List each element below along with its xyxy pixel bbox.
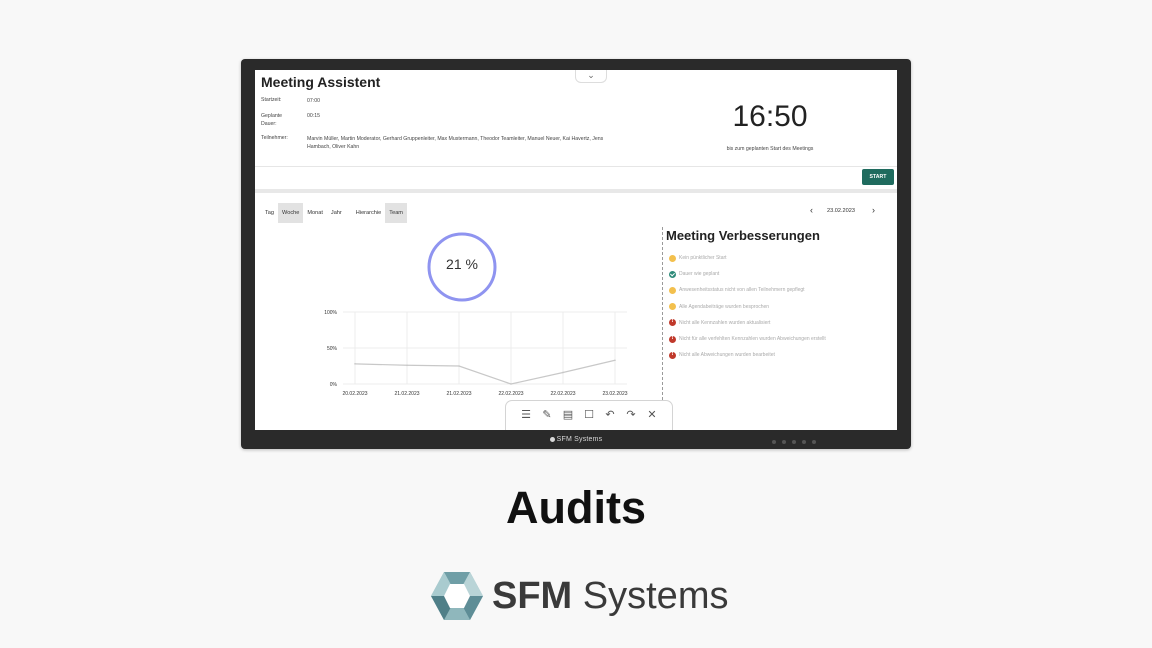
bezel-brand-text: SFM Systems bbox=[556, 436, 603, 443]
improvements-title: Meeting Verbesserungen bbox=[666, 228, 820, 243]
planned-duration-label: Geplante Dauer: bbox=[261, 113, 283, 127]
x-tick-label: 23.02.2023 bbox=[602, 391, 627, 397]
participants-value: Marvin Müller, Martin Moderator, Gerhard… bbox=[307, 136, 604, 150]
x-tick-label: 22.02.2023 bbox=[550, 391, 575, 397]
page-title: Meeting Assistent bbox=[261, 74, 381, 90]
start-button[interactable]: START bbox=[862, 169, 894, 185]
planned-duration-value: 00:15 bbox=[307, 113, 320, 119]
x-tick-label: 20.02.2023 bbox=[342, 391, 367, 397]
improvements-list: Kein pünktlicher Start Dauer wie geplant… bbox=[669, 250, 826, 363]
x-tick-label: 22.02.2023 bbox=[498, 391, 523, 397]
logo-wordmark: SFM Systems bbox=[492, 575, 728, 618]
sfm-hexagon-icon bbox=[431, 572, 483, 620]
logo-word-bold: SFM bbox=[492, 574, 573, 617]
meeting-header-panel: Meeting Assistent Startzeit: 07:00 Gepla… bbox=[255, 70, 897, 185]
data-point bbox=[458, 365, 460, 367]
bezel-button[interactable] bbox=[772, 440, 776, 444]
y-tick-label: 100% bbox=[324, 310, 337, 316]
annotation-toolbar: ☰ ✎ ▤ ☐ ↶ ↷ ✕ bbox=[505, 400, 673, 430]
improvement-label: Nicht alle Abweichungen wurden bearbeite… bbox=[679, 352, 775, 359]
tab-monat[interactable]: Monat bbox=[303, 203, 327, 223]
data-point bbox=[354, 363, 356, 365]
select-box-icon[interactable]: ☐ bbox=[582, 409, 596, 423]
participants-label: Teilnehmer: bbox=[261, 135, 288, 141]
y-tick-label: 50% bbox=[327, 346, 338, 352]
menu-icon[interactable]: ☰ bbox=[519, 409, 533, 423]
tab-tag[interactable]: Tag bbox=[261, 203, 278, 223]
list-item: Nicht alle Abweichungen wurden bearbeite… bbox=[669, 347, 826, 363]
improvement-label: Nicht alle Kennzahlen wurden aktualisier… bbox=[679, 319, 771, 326]
start-time-label: Startzeit: bbox=[261, 97, 282, 103]
list-item: Alle Agendabeiträge wurden besprochen bbox=[669, 299, 826, 315]
improvement-label: Alle Agendabeiträge wurden besprochen bbox=[679, 303, 770, 310]
company-logo: SFM Systems bbox=[430, 570, 728, 622]
list-item: Nicht alle Kennzahlen wurden aktualisier… bbox=[669, 315, 826, 331]
current-date: 23.02.2023 bbox=[827, 208, 855, 214]
series-line bbox=[354, 359, 616, 385]
meeting-score-chart: 100% 50% 0% 20.02.2023 21.02.2023 21.02.2023 2… bbox=[324, 310, 628, 397]
score-percentage: 21 % bbox=[446, 256, 478, 272]
chevron-right-icon[interactable]: › bbox=[872, 205, 875, 215]
check-icon bbox=[669, 270, 676, 278]
countdown-timer: 16:50 bbox=[732, 100, 808, 133]
error-icon bbox=[669, 318, 676, 327]
countdown-caption: bis zum geplanten Start des Meetings bbox=[726, 146, 814, 152]
data-point bbox=[510, 383, 512, 385]
bezel-button[interactable] bbox=[782, 440, 786, 444]
improvement-label: Dauer wie geplant bbox=[679, 271, 720, 278]
date-navigator: ‹ 23.02.2023 › bbox=[810, 205, 890, 218]
warning-icon bbox=[669, 254, 676, 262]
list-item: Nicht für alle verfehlten Kennzahlen wur… bbox=[669, 331, 826, 347]
data-point bbox=[614, 359, 616, 362]
panel-splitter[interactable] bbox=[255, 189, 897, 193]
improvement-label: Anwesenheitsstatus nicht von allen Teiln… bbox=[679, 287, 805, 294]
slide-caption: Audits bbox=[506, 482, 646, 533]
header-divider bbox=[255, 166, 897, 167]
start-time-value: 07:00 bbox=[307, 98, 320, 104]
note-icon[interactable]: ✎ bbox=[540, 409, 554, 423]
app-screen: ⌄ Meeting Assistent Startzeit: 07:00 Gep… bbox=[255, 70, 897, 430]
error-icon bbox=[669, 351, 676, 359]
tab-hierarchie[interactable]: Hierarchie bbox=[352, 203, 386, 223]
tab-woche[interactable]: Woche bbox=[278, 203, 304, 223]
y-tick-label: 0% bbox=[330, 382, 338, 388]
list-item: Kein pünktlicher Start bbox=[669, 250, 826, 266]
close-icon[interactable]: ✕ bbox=[645, 409, 659, 423]
logo-word-regular: Systems bbox=[572, 574, 729, 617]
list-item: Dauer wie geplant bbox=[669, 266, 826, 282]
chevron-left-icon[interactable]: ‹ bbox=[810, 205, 813, 215]
warning-icon bbox=[669, 303, 676, 311]
undo-icon[interactable]: ↶ bbox=[603, 409, 617, 423]
error-icon bbox=[669, 335, 676, 343]
tab-team[interactable]: Team bbox=[385, 203, 407, 223]
brand-dot-icon bbox=[549, 436, 555, 442]
data-point bbox=[562, 371, 564, 374]
redo-icon[interactable]: ↷ bbox=[624, 409, 638, 423]
x-tick-label: 21.02.2023 bbox=[446, 391, 471, 397]
x-tick-label: 21.02.2023 bbox=[394, 391, 419, 397]
display-monitor: ⌄ Meeting Assistent Startzeit: 07:00 Gep… bbox=[241, 59, 911, 449]
bezel-button[interactable] bbox=[802, 440, 806, 444]
bezel-button[interactable] bbox=[792, 440, 796, 444]
clipboard-icon[interactable]: ▤ bbox=[561, 409, 575, 423]
period-tabs: Tag Woche Monat Jahr Hierarchie Team bbox=[261, 203, 407, 223]
bezel-button[interactable] bbox=[812, 440, 816, 444]
list-item: Anwesenheitsstatus nicht von allen Teiln… bbox=[669, 282, 826, 298]
tab-jahr[interactable]: Jahr bbox=[327, 203, 346, 223]
warning-icon bbox=[669, 286, 676, 294]
bezel-buttons bbox=[772, 440, 816, 444]
improvement-label: Nicht für alle verfehlten Kennzahlen wur… bbox=[679, 336, 826, 343]
improvement-label: Kein pünktlicher Start bbox=[679, 255, 727, 262]
data-point bbox=[406, 364, 408, 367]
